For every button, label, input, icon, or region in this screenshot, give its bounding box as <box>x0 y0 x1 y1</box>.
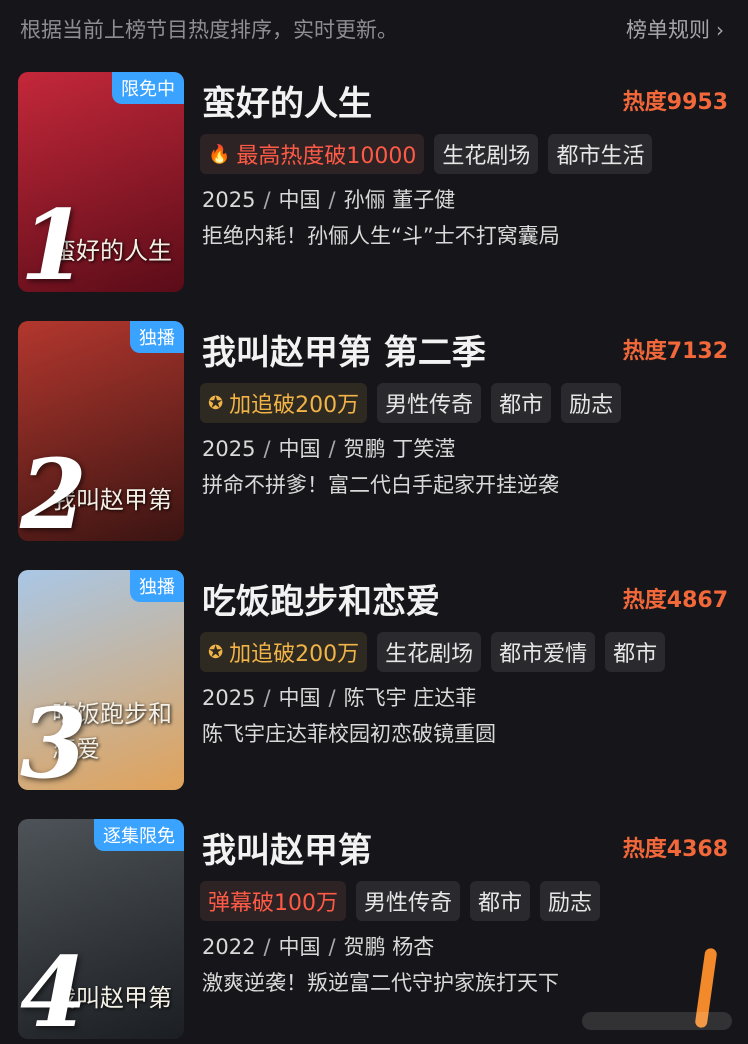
list-item[interactable]: 我叫赵甲第 2 独播 我叫赵甲第 第二季 热度7132 ✪ 加追破200万 男性传奇… <box>0 321 748 543</box>
show-blurb: 拼命不拼爹！富二代白手起家开挂逆袭 <box>202 473 559 497</box>
tag-row: ✪ 加追破200万 男性传奇 都市 励志 <box>200 383 622 423</box>
show-title[interactable]: 蛮好的人生 <box>202 76 372 125</box>
meta-separator: / <box>263 437 271 461</box>
meta-separator: / <box>328 437 336 461</box>
heat-score: 热度7132 <box>622 339 728 364</box>
list-item[interactable]: 我叫赵甲第 4 逐集限免 我叫赵甲第 热度4368 弹幕破100万 男性传奇 都市励… <box>0 819 748 1041</box>
year: 2025 <box>202 686 256 710</box>
show-meta: 2025 / 中国 / 陈飞宇 庄达菲 <box>202 682 476 712</box>
ranking-rules-label: 榜单规则 <box>626 18 710 42</box>
fire-icon: 🔥 <box>208 143 231 165</box>
cast: 贺鹏 杨杏 <box>343 935 435 959</box>
tag[interactable]: 都市生活 <box>548 134 653 174</box>
poster[interactable]: 我叫赵甲第 2 独播 <box>18 321 184 541</box>
heat-score: 热度4867 <box>622 588 728 613</box>
show-title[interactable]: 吃饭跑步和恋爱 <box>202 574 440 623</box>
tag[interactable]: 🔥 最高热度破10000 <box>200 134 425 174</box>
tag[interactable]: 都市 <box>470 881 531 921</box>
availability-badge: 独播 <box>130 570 184 602</box>
poster[interactable]: 吃饭跑步和恋爱 3 独播 <box>18 570 184 790</box>
region: 中国 <box>278 188 321 212</box>
rank-number: 3 <box>20 687 87 790</box>
availability-badge: 独播 <box>130 321 184 353</box>
tag-label: 都市 <box>478 891 523 916</box>
tag[interactable]: 都市 <box>491 383 552 423</box>
tag[interactable]: 弹幕破100万 <box>200 881 346 921</box>
tag-label: 生花剧场 <box>385 642 474 667</box>
tag[interactable]: ✪ 加追破200万 <box>200 383 368 423</box>
cast: 孙俪 董子健 <box>343 188 456 212</box>
heat-score: 热度4368 <box>622 837 728 862</box>
show-blurb: 拒绝内耗！孙俪人生“斗”士不打窝囊局 <box>202 224 560 248</box>
tag-row: ✪ 加追破200万 生花剧场 都市爱情 都市 <box>200 632 666 672</box>
meta-separator: / <box>328 935 336 959</box>
cast: 贺鹏 丁笑滢 <box>343 437 456 461</box>
tag-label: 最高热度破10000 <box>236 144 417 169</box>
star-badge-icon: ✪ <box>208 641 224 663</box>
tag[interactable]: ✪ 加追破200万 <box>200 632 368 672</box>
show-title[interactable]: 我叫赵甲第 第二季 <box>202 325 486 374</box>
region: 中国 <box>278 686 321 710</box>
tag-label: 弹幕破100万 <box>208 891 338 916</box>
tag[interactable]: 励志 <box>561 383 622 423</box>
year: 2025 <box>202 188 256 212</box>
show-meta: 2022 / 中国 / 贺鹏 杨杏 <box>202 931 434 961</box>
tag-label: 男性传奇 <box>385 393 474 418</box>
region: 中国 <box>278 437 321 461</box>
tag-label: 男性传奇 <box>364 891 453 916</box>
tag-label: 都市生活 <box>556 144 645 169</box>
tag-label: 都市爱情 <box>499 642 588 667</box>
tag-label: 加追破200万 <box>229 642 360 667</box>
tag-label: 加追破200万 <box>229 393 360 418</box>
tag[interactable]: 都市 <box>605 632 666 672</box>
rank-number: 1 <box>20 189 87 292</box>
list-item[interactable]: 吃饭跑步和恋爱 3 独播 吃饭跑步和恋爱 热度4867 ✪ 加追破200万 生花剧场… <box>0 570 748 792</box>
poster[interactable]: 我叫赵甲第 4 逐集限免 <box>18 819 184 1039</box>
year: 2025 <box>202 437 256 461</box>
star-badge-icon: ✪ <box>208 392 224 414</box>
tag[interactable]: 生花剧场 <box>377 632 482 672</box>
tag-label: 励志 <box>548 891 593 916</box>
tag[interactable]: 男性传奇 <box>377 383 482 423</box>
tag[interactable]: 生花剧场 <box>434 134 539 174</box>
ranking-description: 根据当前上榜节目热度排序，实时更新。 <box>20 18 398 42</box>
tag-label: 都市 <box>499 393 544 418</box>
poster[interactable]: 蛮好的人生 1 限免中 <box>18 72 184 292</box>
tag-label: 都市 <box>613 642 658 667</box>
tag-label: 励志 <box>569 393 614 418</box>
availability-badge: 限免中 <box>112 72 184 104</box>
rank-number: 2 <box>20 438 87 541</box>
tag-row: 🔥 最高热度破10000 生花剧场 都市生活 <box>200 134 653 174</box>
availability-badge: 逐集限免 <box>94 819 184 851</box>
ranking-rules-link[interactable]: 榜单规则 › <box>626 14 724 44</box>
meta-separator: / <box>263 188 271 212</box>
show-title[interactable]: 我叫赵甲第 <box>202 823 372 872</box>
watermark <box>582 1012 732 1030</box>
show-meta: 2025 / 中国 / 贺鹏 丁笑滢 <box>202 433 455 463</box>
tag-row: 弹幕破100万 男性传奇 都市 励志 <box>200 881 601 921</box>
list-item[interactable]: 蛮好的人生 1 限免中 蛮好的人生 热度9953 🔥 最高热度破10000 生花剧场… <box>0 72 748 294</box>
meta-separator: / <box>328 188 336 212</box>
meta-separator: / <box>263 935 271 959</box>
show-blurb: 陈飞宇庄达菲校园初恋破镜重圆 <box>202 722 496 746</box>
list-header: 根据当前上榜节目热度排序，实时更新。 榜单规则 › <box>0 0 748 58</box>
meta-separator: / <box>328 686 336 710</box>
tag-label: 生花剧场 <box>442 144 531 169</box>
tag[interactable]: 男性传奇 <box>356 881 461 921</box>
show-blurb: 激爽逆袭！叛逆富二代守护家族打天下 <box>202 971 559 995</box>
tag[interactable]: 都市爱情 <box>491 632 596 672</box>
rank-number: 4 <box>20 936 87 1039</box>
show-meta: 2025 / 中国 / 孙俪 董子健 <box>202 184 455 214</box>
meta-separator: / <box>263 686 271 710</box>
cast: 陈飞宇 庄达菲 <box>343 686 477 710</box>
chevron-right-icon: › <box>716 18 724 42</box>
year: 2022 <box>202 935 256 959</box>
region: 中国 <box>278 935 321 959</box>
tag[interactable]: 励志 <box>540 881 601 921</box>
heat-score: 热度9953 <box>622 90 728 115</box>
